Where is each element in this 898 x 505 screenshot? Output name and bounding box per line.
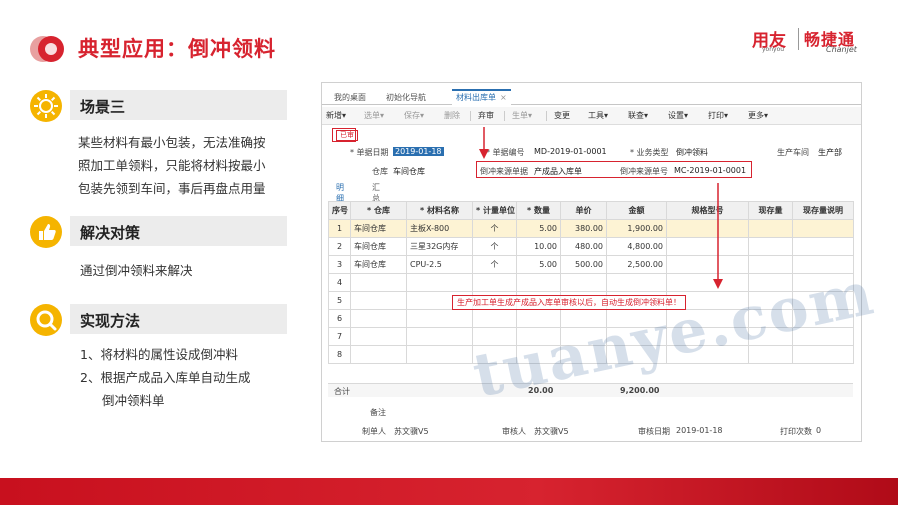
- bottom-band: [0, 478, 898, 505]
- method-text: 1、将材料的属性设成倒冲料 2、根据产成品入库单自动生成 倒冲领料单: [80, 343, 250, 412]
- section-heading-solution: 解决对策: [80, 224, 141, 242]
- section-heading-scenario: 场景三: [80, 98, 126, 116]
- solution-text: 通过倒冲领料来解决: [80, 259, 193, 282]
- scenario-line: 照加工单领料，只能将材料按最小: [78, 158, 266, 173]
- title-decoration-icon: [30, 36, 64, 62]
- method-line: 倒冲领料单: [102, 393, 165, 408]
- thumbs-up-icon: [30, 216, 62, 248]
- brand-logo: 用友 yonyou 畅捷通 Chanjet: [752, 26, 872, 54]
- logo-chanjet-sub: Chanjet: [826, 45, 857, 54]
- scenario-line: 包装先领到车间，事后再盘点用量: [78, 181, 266, 196]
- section-heading-method: 实现方法: [80, 312, 141, 330]
- method-icon: [30, 304, 62, 336]
- slide-title: 典型应用：倒冲领料: [78, 37, 276, 61]
- logo-yonyou-sub: yonyou: [762, 46, 785, 53]
- scenario-text: 某些材料有最小包装，无法准确按 照加工单领料，只能将材料按最小 包装先领到车间，…: [78, 131, 266, 200]
- solution-line: 通过倒冲领料来解决: [80, 263, 193, 278]
- method-line: 2、根据产成品入库单自动生成: [80, 370, 251, 385]
- scenario-line: 某些材料有最小包装，无法准确按: [78, 135, 266, 150]
- sun-icon: [30, 90, 62, 122]
- method-line: 1、将材料的属性设成倒冲料: [80, 347, 238, 362]
